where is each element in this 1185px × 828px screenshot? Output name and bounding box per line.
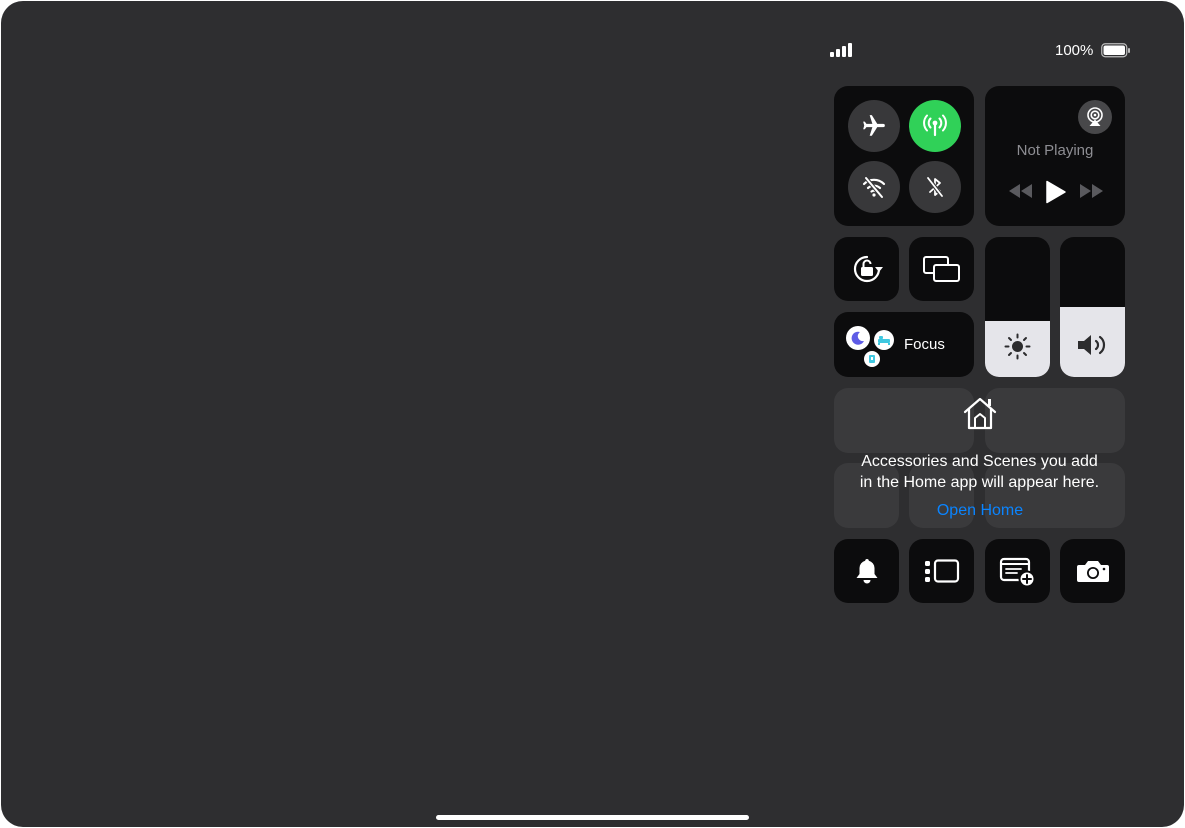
moon-icon: [846, 326, 870, 350]
play-icon: [1046, 180, 1066, 204]
person-icon: [864, 351, 880, 367]
open-home-link[interactable]: Open Home: [930, 500, 1030, 521]
rewind-icon: [1009, 184, 1032, 198]
play-button[interactable]: [1045, 180, 1067, 204]
bed-icon: [874, 330, 894, 350]
quick-note-icon: [999, 557, 1035, 587]
camera-icon: [1076, 561, 1109, 582]
airplane-mode-toggle[interactable]: [848, 100, 900, 152]
alert-button[interactable]: [834, 539, 899, 603]
home-indicator-bar[interactable]: [436, 815, 749, 820]
bell-icon: [856, 559, 877, 584]
control-center-screen: 100% Not Playing Focus Accessories and S…: [1, 1, 1184, 827]
next-track-button[interactable]: [1077, 182, 1105, 200]
quick-note-button[interactable]: [985, 539, 1050, 603]
bluetooth-off-icon: [926, 176, 944, 198]
rotation-lock-icon: [853, 255, 883, 283]
bluetooth-toggle[interactable]: [909, 161, 961, 213]
wifi-off-icon: [862, 176, 886, 199]
speaker-icon: [1078, 335, 1106, 355]
home-empty-message-line2: in the Home app will appear here.: [859, 474, 1100, 491]
home-placeholder-tile: [985, 388, 1125, 453]
airplay-audio-icon: [1087, 107, 1103, 126]
wifi-toggle[interactable]: [848, 161, 900, 213]
connectivity-module: [834, 86, 974, 226]
now-playing-module[interactable]: Not Playing: [985, 86, 1125, 226]
battery-percentage: 100%: [1055, 42, 1094, 59]
battery-icon: [1101, 43, 1131, 58]
brightness-slider[interactable]: [985, 237, 1050, 377]
sun-icon: [1004, 333, 1031, 360]
home-icon: [963, 397, 997, 430]
volume-slider[interactable]: [1060, 237, 1125, 377]
cellular-signal-icon: [830, 42, 854, 58]
screen-mirroring-button[interactable]: [909, 237, 974, 301]
now-playing-label: Not Playing: [1016, 142, 1094, 159]
stage-manager-icon: [924, 559, 959, 583]
airplane-icon: [863, 115, 885, 136]
home-empty-message-line1: Accessories and Scenes you add: [861, 453, 1098, 470]
home-placeholder-tile: [834, 388, 974, 453]
cellular-data-toggle[interactable]: [909, 100, 961, 152]
focus-label: Focus: [904, 336, 945, 353]
screen-mirroring-icon: [922, 256, 960, 282]
previous-track-button[interactable]: [1007, 182, 1035, 200]
fast-forward-icon: [1080, 184, 1103, 198]
cellular-antenna-icon: [923, 114, 947, 137]
stage-manager-button[interactable]: [909, 539, 974, 603]
focus-button[interactable]: Focus: [834, 312, 974, 377]
airplay-button[interactable]: [1078, 100, 1112, 134]
camera-button[interactable]: [1060, 539, 1125, 603]
orientation-lock-button[interactable]: [834, 237, 899, 301]
